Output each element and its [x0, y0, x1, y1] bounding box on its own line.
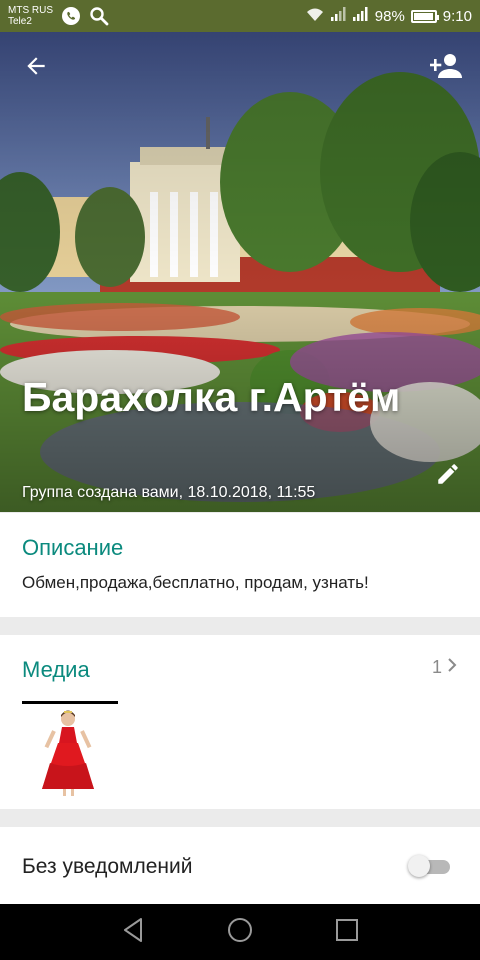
nav-home-icon — [227, 917, 253, 948]
system-nav-bar — [0, 904, 480, 960]
media-thumbnail-image — [42, 710, 94, 796]
mute-card[interactable]: Без уведомлений — [0, 827, 480, 904]
group-title: Барахолка г.Артём — [22, 374, 401, 420]
group-created-info: Группа создана вами, 18.10.2018, 11:55 — [22, 484, 316, 501]
description-label: Описание — [22, 535, 124, 560]
mute-toggle[interactable] — [408, 855, 450, 877]
media-label: Медиа — [22, 657, 90, 682]
wifi-icon — [305, 6, 325, 26]
back-button[interactable] — [16, 48, 56, 88]
back-arrow-icon — [23, 53, 49, 84]
status-bar: MTS RUS Tele2 98% 9:10 — [0, 0, 480, 32]
call-icon — [61, 6, 81, 26]
battery-fill — [413, 12, 434, 20]
mute-toggle-knob — [408, 855, 430, 877]
media-thumbnail[interactable] — [22, 707, 114, 799]
search-icon — [89, 6, 109, 26]
battery-percent: 98% — [374, 7, 405, 25]
edit-group-name-button[interactable] — [428, 456, 468, 496]
add-participant-button[interactable] — [426, 48, 466, 88]
media-card: Медиа 1 — [0, 635, 480, 809]
nav-recents-button[interactable] — [327, 912, 367, 952]
group-photo — [0, 32, 480, 512]
nav-back-button[interactable] — [113, 912, 153, 952]
description-text: Обмен,продажа,бесплатно, продам, узнать! — [22, 573, 369, 592]
nav-home-button[interactable] — [220, 912, 260, 952]
nav-back-icon — [121, 917, 145, 948]
carrier-1: MTS RUS — [8, 5, 53, 16]
media-count-link[interactable]: 1 — [432, 657, 458, 678]
media-tab-indicator — [22, 701, 118, 704]
group-header: Барахолка г.Артём Группа создана вами, 1… — [0, 32, 480, 512]
carrier-info: MTS RUS Tele2 — [8, 5, 53, 27]
chevron-right-icon — [446, 657, 458, 678]
description-card[interactable]: Описание Обмен,продажа,бесплатно, продам… — [0, 513, 480, 617]
nav-recents-icon — [335, 918, 359, 947]
edit-pencil-icon — [435, 461, 461, 492]
add-participant-icon — [429, 52, 462, 85]
mute-label: Без уведомлений — [22, 855, 193, 878]
clock: 9:10 — [442, 7, 472, 25]
carrier-2: Tele2 — [8, 16, 32, 27]
signal-icon — [330, 7, 347, 25]
signal-icon-2 — [352, 7, 369, 25]
battery-icon — [410, 9, 439, 23]
media-count: 1 — [431, 657, 442, 677]
